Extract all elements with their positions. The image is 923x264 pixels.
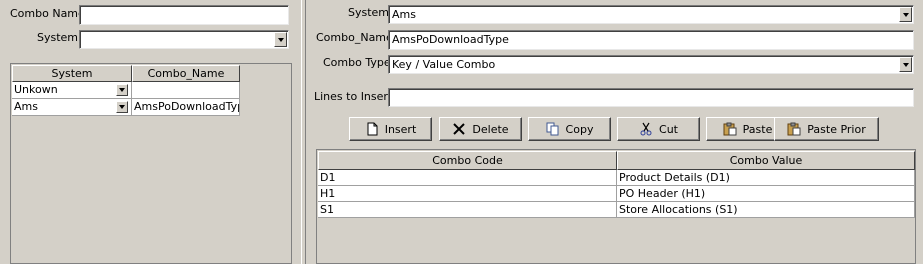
- combo-type-select[interactable]: Key / Value Combo: [388, 55, 914, 74]
- delete-x-icon: [452, 122, 466, 136]
- combo-name-label: Combo_Name: [316, 31, 393, 44]
- cell-text: Ams: [14, 100, 38, 113]
- grid-cell-combo-code[interactable]: S1: [318, 202, 617, 218]
- paste-prior-button[interactable]: Paste Prior: [774, 117, 879, 141]
- grid-cell-combo-name[interactable]: [132, 82, 240, 99]
- system-select[interactable]: [79, 30, 289, 49]
- paste-prior-icon: [787, 122, 801, 136]
- combo-name-label: Combo Name: [10, 7, 85, 20]
- grid-cell-system[interactable]: Unkown: [12, 82, 132, 99]
- paste-icon: [723, 122, 737, 136]
- grid-cell-combo-value[interactable]: Product Details (D1): [617, 170, 915, 186]
- cell-dropdown-button[interactable]: [116, 101, 128, 113]
- grid-cell-system[interactable]: Ams: [12, 99, 132, 116]
- delete-button-label: Delete: [472, 122, 509, 136]
- grid-cell-combo-code[interactable]: H1: [318, 186, 617, 202]
- system-select-value: Ams: [392, 8, 416, 21]
- column-header-combo-code[interactable]: Combo Code: [318, 151, 617, 170]
- paste-prior-button-label: Paste Prior: [807, 122, 866, 136]
- copy-icon: [546, 122, 560, 136]
- paste-button-label: Paste: [742, 122, 773, 136]
- system-dropdown-button[interactable]: [899, 7, 912, 22]
- grid-cell-combo-value[interactable]: PO Header (H1): [617, 186, 915, 202]
- system-label: System: [37, 31, 79, 44]
- chevron-down-icon: [902, 12, 909, 17]
- combo-type-label: Combo Type: [323, 56, 391, 69]
- document-icon: [365, 122, 379, 136]
- system-label: System: [348, 6, 390, 19]
- chevron-down-icon: [119, 88, 125, 92]
- delete-button[interactable]: Delete: [439, 117, 522, 141]
- chevron-down-icon: [277, 37, 284, 42]
- cut-button[interactable]: Cut: [617, 117, 700, 141]
- column-header-system[interactable]: System: [12, 65, 132, 82]
- combo-type-value: Key / Value Combo: [392, 58, 496, 71]
- insert-button-label: Insert: [384, 122, 417, 136]
- lines-to-insert-input[interactable]: [388, 88, 914, 107]
- insert-button[interactable]: Insert: [349, 117, 432, 141]
- chevron-down-icon: [902, 62, 909, 67]
- column-header-combo-value[interactable]: Combo Value: [617, 151, 915, 170]
- cut-button-label: Cut: [659, 122, 678, 136]
- grid-cell-combo-code[interactable]: D1: [318, 170, 617, 186]
- cell-text: Unkown: [14, 83, 58, 96]
- grid-cell-combo-name[interactable]: AmsPoDownloadType: [132, 99, 240, 116]
- combo-values-grid: Combo Code Combo Value D1 Product Detail…: [316, 149, 916, 264]
- lines-to-insert-label: Lines to Insert: [314, 90, 393, 103]
- copy-button-label: Copy: [565, 122, 594, 136]
- system-dropdown-button[interactable]: [274, 32, 287, 47]
- combo-name-input[interactable]: AmsPoDownloadType: [388, 30, 914, 50]
- left-panel: Combo Name System System Combo_Name Unko…: [0, 0, 300, 264]
- combo-type-dropdown-button[interactable]: [899, 57, 912, 72]
- chevron-down-icon: [119, 105, 125, 109]
- combo-list-grid: System Combo_Name Unkown Ams AmsPoDownlo…: [10, 63, 292, 264]
- scissors-icon: [639, 122, 653, 136]
- copy-button[interactable]: Copy: [528, 117, 611, 141]
- combo-name-input[interactable]: [79, 5, 289, 25]
- grid-cell-combo-value[interactable]: Store Allocations (S1): [617, 202, 915, 218]
- column-header-combo-name[interactable]: Combo_Name: [132, 65, 240, 82]
- cell-dropdown-button[interactable]: [116, 84, 128, 96]
- right-panel: System Ams Combo_Name AmsPoDownloadType …: [306, 0, 923, 264]
- system-select[interactable]: Ams: [388, 5, 914, 24]
